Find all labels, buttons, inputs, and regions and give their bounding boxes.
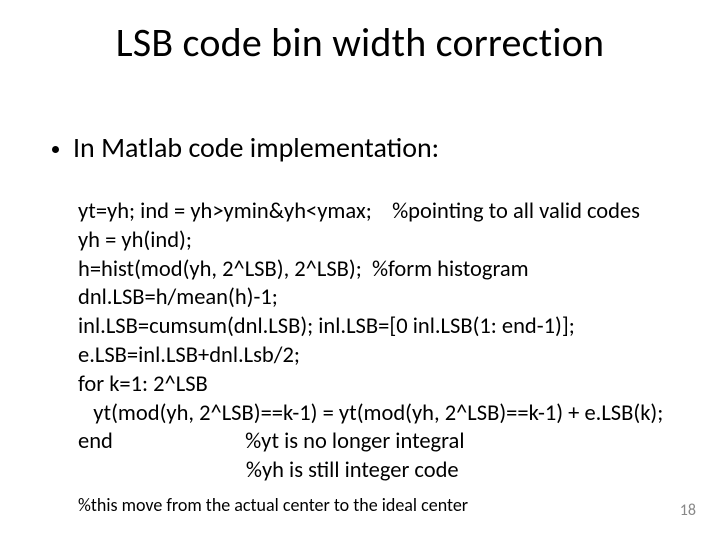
- page-number: 18: [680, 501, 696, 520]
- code-line: yh = yh(ind);: [78, 227, 192, 254]
- code-line: for k=1: 2^LSB: [78, 371, 208, 398]
- code-line: %yh is still integer code: [78, 457, 459, 484]
- slide: LSB code bin width correction In Matlab …: [0, 0, 720, 540]
- bullet-row: In Matlab code implementation:: [52, 130, 439, 165]
- code-line: e.LSB=inl.LSB+dnl.Lsb/2;: [78, 342, 300, 369]
- code-line: yt(mod(yh, 2^LSB)==k-1) = yt(mod(yh, 2^L…: [78, 400, 663, 427]
- footnote-text: %this move from the actual center to the…: [78, 494, 468, 516]
- code-block: yt=yh; ind = yh>ymin&yh<ymax; %pointing …: [78, 198, 680, 486]
- code-line: inl.LSB=cumsum(dnl.LSB); inl.LSB=[0 inl.…: [78, 313, 575, 340]
- bullet-text: In Matlab code implementation:: [73, 130, 439, 165]
- code-line: end %yt is no longer integral: [78, 428, 464, 455]
- code-line: yt=yh; ind = yh>ymin&yh<ymax; %pointing …: [78, 198, 640, 225]
- code-line: h=hist(mod(yh, 2^LSB), 2^LSB); %form his…: [78, 256, 529, 283]
- slide-title: LSB code bin width correction: [0, 18, 720, 67]
- code-line: dnl.LSB=h/mean(h)-1;: [78, 284, 278, 311]
- bullet-dot-icon: [52, 146, 59, 153]
